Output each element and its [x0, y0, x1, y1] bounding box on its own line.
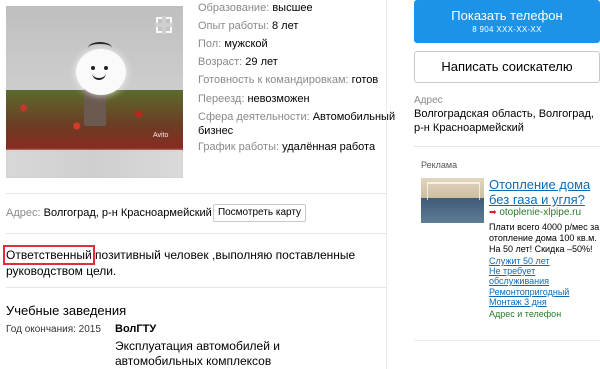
- address-row: Адрес: Волгоград, р-н Красноармейский: [6, 207, 212, 219]
- expand-icon[interactable]: [155, 16, 173, 34]
- photo-blur: [6, 150, 183, 178]
- ad-link[interactable]: Служит 50 лет: [489, 256, 550, 266]
- detail-field-cont: бизнес: [198, 125, 234, 137]
- eye-icon: [91, 66, 95, 70]
- ad-contact[interactable]: Адрес и телефон: [489, 309, 561, 319]
- detail-age: Возраст: 29 лет: [198, 56, 278, 68]
- photo-watermark: Avito: [153, 132, 169, 139]
- detail-relocation: Переезд: невозможен: [198, 93, 310, 105]
- arrow-right-icon: ➡: [489, 207, 497, 217]
- education-heading: Учебные заведения: [6, 303, 127, 318]
- education-institution: ВолГТУ: [115, 323, 157, 335]
- ad-link[interactable]: Монтаж 3 дня: [489, 297, 547, 307]
- ad-site[interactable]: ➡ otoplenie-xlpipe.ru: [489, 207, 581, 218]
- detail-gender: Пол: мужской: [198, 38, 268, 50]
- show-phone-label: Показать телефон: [451, 8, 563, 23]
- show-map-button[interactable]: Посмотреть карту: [213, 204, 306, 222]
- detail-schedule: График работы: удалённая работа: [198, 141, 376, 153]
- divider: [6, 233, 386, 234]
- right-address-label: Адрес: [414, 95, 443, 106]
- column-divider: [386, 0, 387, 369]
- show-phone-button[interactable]: Показать телефон 8 904 XXX-XX-XX: [414, 0, 600, 43]
- detail-experience: Опыт работы: 8 лет: [198, 20, 299, 32]
- ad-image[interactable]: [421, 178, 484, 223]
- ad-title[interactable]: Отопление дома без газа и угля?: [489, 177, 600, 207]
- ad-link[interactable]: обслуживания: [489, 276, 549, 286]
- phone-masked: 8 904 XXX-XX-XX: [472, 25, 542, 34]
- education-specialty: Эксплуатация автомобилей и автомобильных…: [115, 339, 280, 368]
- ad-link[interactable]: Не требует: [489, 266, 535, 276]
- address-value: Волгоград, р-н Красноармейский: [43, 207, 212, 219]
- ad-link[interactable]: Ремонтопригодный: [489, 287, 569, 297]
- divider: [6, 287, 386, 288]
- address-label: Адрес:: [6, 207, 41, 219]
- right-address-value: Волгоградская область, Волгоград, р-н Кр…: [414, 108, 594, 134]
- divider: [414, 146, 600, 147]
- detail-field: Сфера деятельности: Автомобильный: [198, 111, 396, 123]
- candidate-photo[interactable]: Avito: [6, 6, 183, 178]
- highlighted-word: Ответственный: [3, 245, 95, 265]
- ad-label: Реклама: [421, 160, 458, 170]
- ad-site-link: otoplenie-xlpipe.ru: [499, 207, 582, 218]
- candidate-description: Ответственный позитивный человек ,выполн…: [3, 245, 386, 279]
- write-candidate-button[interactable]: Написать соискателю: [414, 51, 600, 83]
- smile-icon: [92, 73, 106, 80]
- education-year: Год окончания: 2015: [6, 324, 101, 335]
- photo-face-sticker: [76, 49, 126, 95]
- eye-icon: [104, 66, 108, 70]
- detail-education: Образование: высшее: [198, 2, 313, 14]
- divider: [6, 193, 386, 194]
- divider: [414, 340, 600, 341]
- ad-text: Плати всего 4000 р/мес за отопление дома…: [489, 222, 600, 254]
- detail-business-trips: Готовность к командировкам: готов: [198, 74, 379, 86]
